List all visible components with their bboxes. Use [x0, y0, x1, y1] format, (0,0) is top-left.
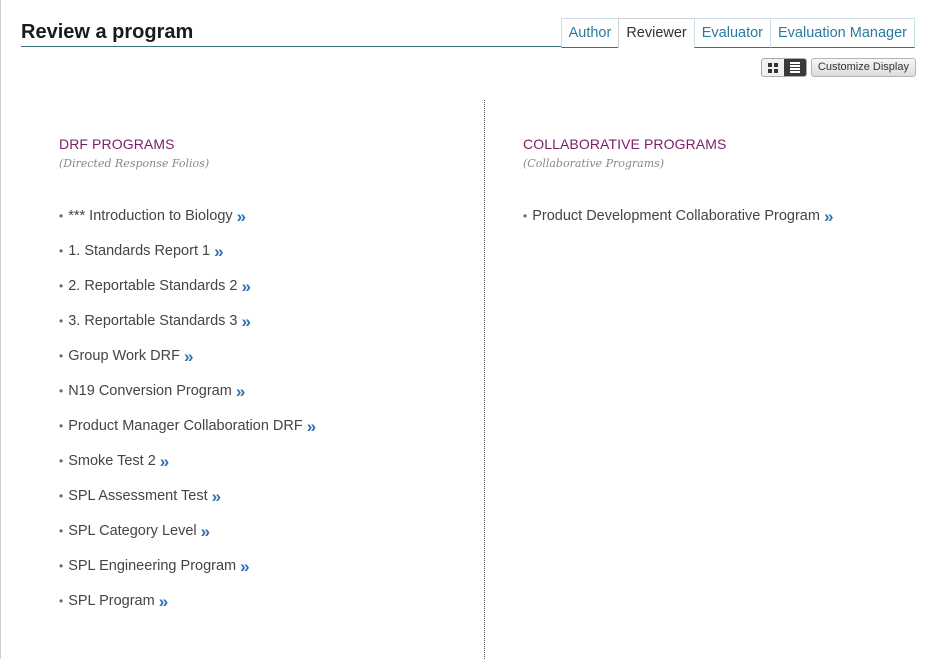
double-chevron-right-icon[interactable]: »	[214, 243, 223, 260]
double-chevron-right-icon[interactable]: »	[160, 453, 169, 470]
program-link[interactable]: Smoke Test 2	[68, 453, 156, 470]
bullet-icon: •	[59, 524, 64, 538]
drf-program-list: • *** Introduction to Biology » • 1. Standar…	[59, 208, 316, 628]
drf-programs-section: DRF PROGRAMS (Directed Response Folios) …	[59, 136, 316, 628]
double-chevron-right-icon[interactable]: »	[241, 278, 250, 295]
title-underline	[21, 46, 628, 47]
bullet-icon: •	[59, 209, 64, 223]
bullet-icon: •	[523, 209, 528, 223]
display-toolbar: Customize Display	[760, 58, 916, 77]
column-divider	[484, 100, 485, 659]
bullet-icon: •	[59, 244, 64, 258]
program-link[interactable]: Group Work DRF	[68, 348, 180, 365]
section-title: COLLABORATIVE PROGRAMS	[523, 136, 727, 152]
program-link[interactable]: Product Development Collaborative Progra…	[532, 208, 820, 225]
section-subtitle: (Collaborative Programs)	[523, 157, 665, 170]
program-link[interactable]: 3. Reportable Standards 3	[68, 313, 237, 330]
page-left-border	[0, 0, 1, 659]
tab-reviewer[interactable]: Reviewer	[618, 18, 695, 48]
view-mode-toggle	[760, 58, 807, 77]
program-list-item[interactable]: • *** Introduction to Biology »	[59, 208, 316, 243]
bullet-icon: •	[59, 594, 64, 608]
program-list-item[interactable]: • Product Development Collaborative Progr…	[523, 208, 833, 243]
double-chevron-right-icon[interactable]: »	[307, 418, 316, 435]
grid-view-button[interactable]	[761, 59, 784, 76]
program-link[interactable]: Product Manager Collaboration DRF	[68, 418, 303, 435]
double-chevron-right-icon[interactable]: »	[824, 208, 833, 225]
double-chevron-right-icon[interactable]: »	[184, 348, 193, 365]
double-chevron-right-icon[interactable]: »	[212, 488, 221, 505]
program-list-item[interactable]: • SPL Program»	[59, 593, 316, 628]
program-list-item[interactable]: • 1. Standards Report 1»	[59, 243, 316, 278]
tab-evaluator[interactable]: Evaluator	[693, 18, 772, 48]
collaborative-program-list: • Product Development Collaborative Progr…	[523, 208, 833, 243]
section-title: DRF PROGRAMS	[59, 136, 175, 152]
double-chevron-right-icon[interactable]: »	[241, 313, 250, 330]
program-link[interactable]: 1. Standards Report 1	[68, 243, 210, 260]
program-list-item[interactable]: • N19 Conversion Program»	[59, 383, 316, 418]
section-subtitle: (Directed Response Folios)	[59, 157, 210, 170]
role-tabs: Author Reviewer Evaluator Evaluation Man…	[560, 18, 915, 48]
tab-author[interactable]: Author	[560, 18, 620, 48]
program-list-item[interactable]: • SPL Assessment Test »	[59, 488, 316, 523]
program-link[interactable]: *** Introduction to Biology	[68, 208, 232, 225]
bullet-icon: •	[59, 559, 64, 573]
bullet-icon: •	[59, 419, 64, 433]
bullet-icon: •	[59, 349, 64, 363]
program-list-item[interactable]: • SPL Category Level »	[59, 523, 316, 558]
program-link[interactable]: SPL Program	[68, 593, 155, 610]
double-chevron-right-icon[interactable]: »	[236, 383, 245, 400]
double-chevron-right-icon[interactable]: »	[237, 208, 246, 225]
double-chevron-right-icon[interactable]: »	[159, 593, 168, 610]
page-header: Review a program Author Reviewer Evaluat…	[21, 18, 915, 48]
grid-icon	[767, 62, 778, 73]
program-list-item[interactable]: • 3. Reportable Standards 3»	[59, 313, 316, 348]
bullet-icon: •	[59, 314, 64, 328]
page-title: Review a program	[21, 21, 194, 43]
bullet-icon: •	[59, 489, 64, 503]
collaborative-programs-section: COLLABORATIVE PROGRAMS (Collaborative Pr…	[523, 136, 833, 243]
list-view-button[interactable]	[783, 59, 806, 76]
program-list-item[interactable]: • Product Manager Collaboration DRF»	[59, 418, 316, 453]
customize-display-button[interactable]: Customize Display	[810, 58, 916, 77]
program-link[interactable]: N19 Conversion Program	[68, 383, 232, 400]
bullet-icon: •	[59, 384, 64, 398]
program-link[interactable]: SPL Assessment Test	[68, 488, 207, 505]
program-link[interactable]: SPL Category Level	[68, 523, 196, 540]
tab-evaluation-manager[interactable]: Evaluation Manager	[770, 18, 915, 48]
program-link[interactable]: SPL Engineering Program	[68, 558, 236, 575]
program-link[interactable]: 2. Reportable Standards 2	[68, 278, 237, 295]
double-chevron-right-icon[interactable]: »	[201, 523, 210, 540]
program-list-item[interactable]: • 2. Reportable Standards 2»	[59, 278, 316, 313]
program-list-item[interactable]: • Group Work DRF»	[59, 348, 316, 383]
list-icon	[789, 62, 800, 73]
bullet-icon: •	[59, 454, 64, 468]
double-chevron-right-icon[interactable]: »	[240, 558, 249, 575]
program-list-item[interactable]: • Smoke Test 2»	[59, 453, 316, 488]
bullet-icon: •	[59, 279, 64, 293]
program-list-item[interactable]: • SPL Engineering Program»	[59, 558, 316, 593]
